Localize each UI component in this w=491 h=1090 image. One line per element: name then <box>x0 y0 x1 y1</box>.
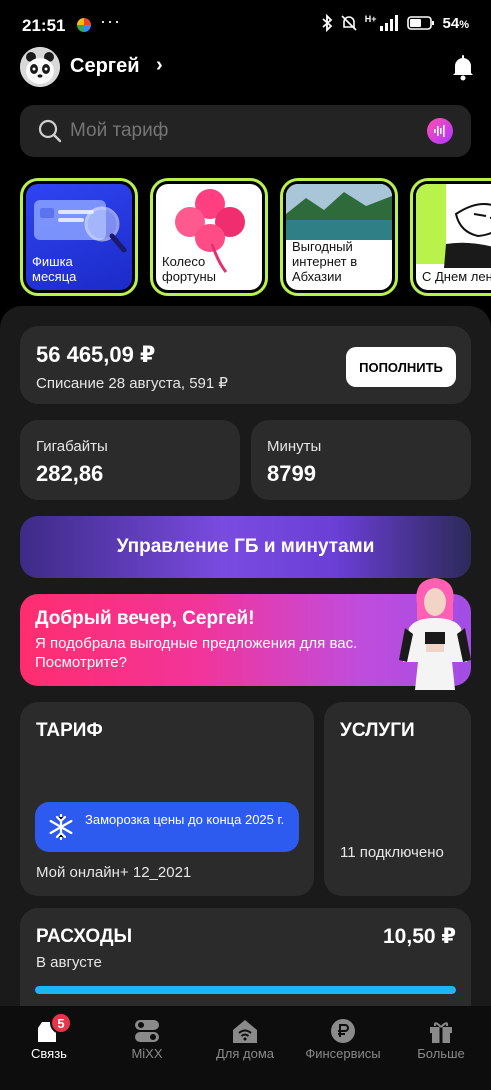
topup-button[interactable]: ПОПОЛНИТЬ <box>346 347 456 387</box>
expenses-progress-fill <box>35 986 456 994</box>
bottom-navigation: 5 Связь MiXX Для дома Финсервисы Больше <box>0 1006 491 1090</box>
home-wifi-icon <box>233 1020 257 1043</box>
sound-wave-icon <box>434 125 445 137</box>
notification-dots: ··· <box>100 11 121 31</box>
manage-label: Управление ГБ и минутами <box>116 536 375 557</box>
promo-text: Я подобрала выгодные предложения для вас… <box>35 635 358 671</box>
story-label: Фишка месяца <box>32 254 77 284</box>
signal-icon <box>379 15 398 31</box>
expenses-value: 10,50 ₽ <box>383 925 456 948</box>
story-card[interactable]: С Днем лен <box>410 178 491 296</box>
minutes-value: 8799 <box>267 461 316 486</box>
status-icons: H+ 54% <box>321 14 469 32</box>
battery-percent: 54% <box>442 14 469 32</box>
promo-title: Добрый вечер, Сергей! <box>35 608 255 629</box>
search-input[interactable] <box>70 105 400 157</box>
search-icon <box>38 119 62 143</box>
nav-item-mixx[interactable]: MiXX <box>98 1006 196 1090</box>
story-label: Выгодный интернет в Абхазии <box>292 239 358 284</box>
charge-info: Списание 28 августа, 591 ₽ <box>36 375 228 392</box>
ruble-icon <box>331 1019 355 1043</box>
freeze-text: Заморозка цены до конца 2025 г. <box>85 812 285 827</box>
nav-label: MiXX <box>131 1046 163 1061</box>
balance-card[interactable]: 56 465,09 ₽ Списание 28 августа, 591 ₽ П… <box>20 326 471 404</box>
minutes-card[interactable]: Минуты 8799 <box>251 420 471 500</box>
assistant-promo-banner[interactable]: Добрый вечер, Сергей! Я подобрала выгодн… <box>20 578 471 690</box>
gigabytes-card[interactable]: Гигабайты 282,86 <box>20 420 240 500</box>
tariff-card[interactable]: ТАРИФ Заморозка цены до конца 2025 г. Мо… <box>20 702 314 896</box>
notification-badge: 5 <box>50 1012 72 1034</box>
avatar[interactable] <box>20 47 60 87</box>
status-bar: 21:51 ··· H+ 54% <box>0 0 491 46</box>
manage-gb-minutes-button[interactable]: Управление ГБ и минутами <box>20 516 471 578</box>
mixx-icon <box>135 1020 159 1042</box>
story-card[interactable]: Фишка месяца <box>20 178 138 296</box>
story-label: Колесо фортуны <box>162 254 216 284</box>
battery-icon <box>406 16 434 30</box>
bell-icon[interactable] <box>448 52 478 82</box>
story-label: С Днем лен <box>422 269 491 284</box>
expenses-progress-bar <box>35 986 456 994</box>
nav-item-home[interactable]: Для дома <box>196 1006 294 1090</box>
nav-label: Финсервисы <box>305 1046 381 1061</box>
snowflake-icon <box>49 813 73 841</box>
gigabytes-label: Гигабайты <box>36 438 108 455</box>
assistant-avatar-icon <box>399 578 471 690</box>
nav-label: Больше <box>417 1046 465 1061</box>
silent-bell-icon <box>341 15 357 31</box>
search-bar[interactable] <box>20 105 471 157</box>
story-card[interactable]: Колесо фортуны <box>150 178 268 296</box>
balance-value: 56 465,09 ₽ <box>36 342 156 367</box>
nav-label: Связь <box>31 1046 67 1061</box>
nav-item-more[interactable]: Больше <box>392 1006 490 1090</box>
nav-item-svyaz[interactable]: 5 Связь <box>0 1006 98 1090</box>
expenses-title: РАСХОДЫ <box>36 926 133 947</box>
panda-avatar-icon <box>20 47 60 87</box>
photos-app-icon <box>77 18 91 32</box>
lake-photo-icon <box>286 184 392 240</box>
nav-label: Для дома <box>215 1046 275 1061</box>
story-card[interactable]: Выгодный интернет в Абхазии <box>280 178 398 296</box>
expenses-card[interactable]: РАСХОДЫ 10,50 ₽ В августе <box>20 908 471 1006</box>
services-card[interactable]: УСЛУГИ 11 подключено <box>324 702 471 896</box>
tariff-title: ТАРИФ <box>36 720 103 741</box>
services-title: УСЛУГИ <box>340 720 415 741</box>
price-freeze-badge: Заморозка цены до конца 2025 г. <box>35 802 299 852</box>
minutes-label: Минуты <box>267 438 322 455</box>
network-type: H+ <box>364 14 377 24</box>
chevron-right-icon[interactable]: › <box>156 54 163 77</box>
profile-name[interactable]: Сергей <box>70 55 140 78</box>
bluetooth-icon <box>322 14 333 32</box>
stories-carousel[interactable]: Фишка месяца Колесо фортуны Выгодный инт… <box>20 178 491 296</box>
services-count: 11 подключено <box>340 844 444 861</box>
voice-assistant-button[interactable] <box>427 118 453 144</box>
expenses-period: В августе <box>36 954 102 971</box>
tariff-name: Мой онлайн+ 12_2021 <box>36 864 192 881</box>
gigabytes-value: 282,86 <box>36 461 104 486</box>
nav-item-finservices[interactable]: Финсервисы <box>294 1006 392 1090</box>
status-time: 21:51 <box>22 16 66 35</box>
gift-icon <box>430 1022 452 1043</box>
